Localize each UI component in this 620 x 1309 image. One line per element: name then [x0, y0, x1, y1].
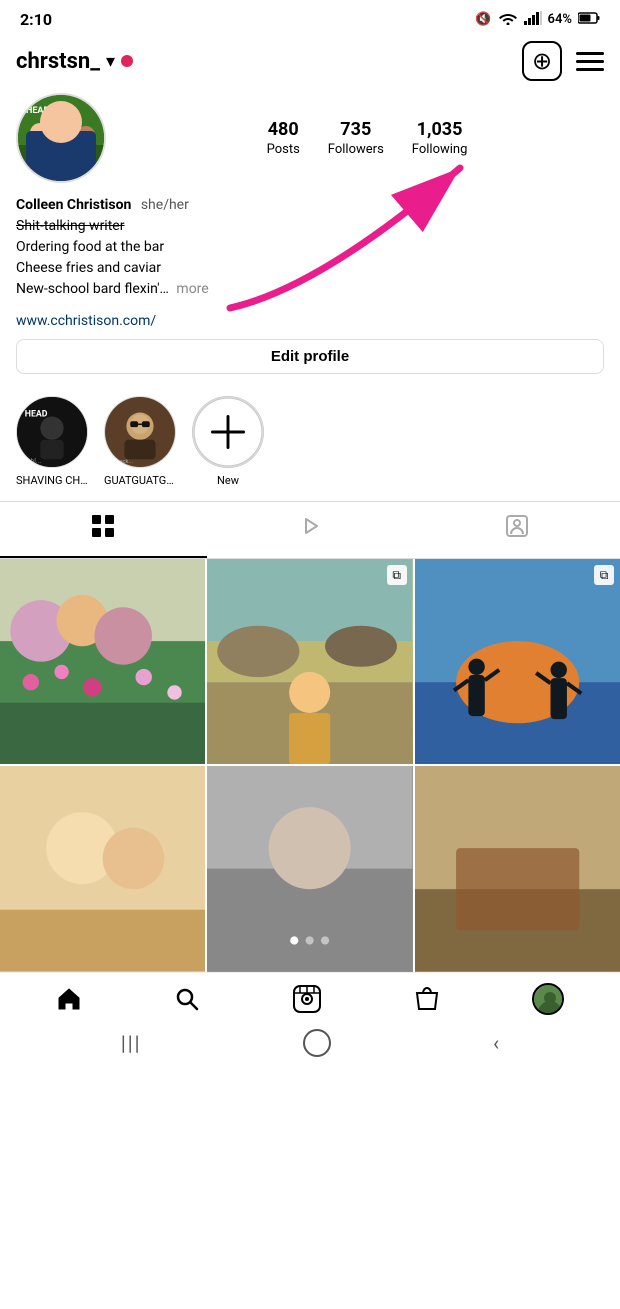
bio-pronoun: she/her: [141, 197, 189, 213]
grid-photo-1[interactable]: [0, 559, 205, 764]
wifi-icon: [498, 11, 518, 29]
nav-search-button[interactable]: [174, 986, 200, 1012]
profile-tabs: [0, 501, 620, 559]
avatar[interactable]: HEAD: [16, 93, 106, 183]
multi-photo-icon: ⧉: [387, 565, 407, 585]
bio-more[interactable]: more: [176, 281, 208, 297]
profile-header: chrstsn_ ▾ ⊕: [0, 35, 620, 89]
dropdown-icon[interactable]: ▾: [106, 51, 115, 72]
nav-profile-avatar[interactable]: [532, 983, 564, 1015]
header-right: ⊕: [522, 41, 604, 81]
profile-top: HEAD 480 Posts 735 Followers 1,035 Follo…: [16, 93, 604, 183]
tab-tagged[interactable]: [413, 502, 620, 558]
profile-stats: 480 Posts 735 Followers 1,035 Following: [130, 119, 604, 157]
tab-grid[interactable]: [0, 502, 207, 558]
highlight-label-2: GUATGUATGU...: [104, 474, 176, 487]
tab-reels[interactable]: [207, 502, 414, 558]
bio-name: Colleen Christison: [16, 197, 131, 213]
highlight-circle-2: @back...: [104, 396, 176, 468]
followers-stat[interactable]: 735 Followers: [328, 119, 384, 157]
bio-line1: Shit-talking writer: [16, 216, 604, 237]
svg-text:HEAD: HEAD: [25, 409, 48, 419]
profile-section: HEAD 480 Posts 735 Followers 1,035 Follo…: [0, 89, 620, 382]
system-recent-button[interactable]: |||: [121, 1031, 142, 1055]
system-home-button[interactable]: [303, 1029, 331, 1057]
bio-line3: Cheese fries and caviar: [16, 258, 604, 279]
following-stat[interactable]: 1,035 Following: [412, 119, 468, 157]
menu-button[interactable]: [576, 52, 604, 71]
status-time: 2:10: [20, 10, 52, 29]
username-label[interactable]: chrstsn_: [16, 49, 100, 74]
nav-home-button[interactable]: [56, 986, 82, 1012]
followers-count: 735: [340, 119, 371, 140]
following-count: 1,035: [417, 119, 463, 140]
system-back-button[interactable]: ‹: [493, 1031, 499, 1055]
followers-label: Followers: [328, 142, 384, 157]
following-label: Following: [412, 142, 468, 157]
avatar-image: HEAD: [18, 95, 104, 181]
person-tag-icon: [505, 514, 529, 544]
header-left: chrstsn_ ▾: [16, 49, 133, 74]
nav-shop-button[interactable]: [414, 985, 440, 1013]
svg-text:@chl...: @chl...: [21, 457, 42, 465]
highlight-item-2[interactable]: @back... GUATGUATGU...: [104, 396, 176, 487]
highlight-label-new: New: [217, 474, 239, 487]
bio-line4: New-school bard flexin'… more: [16, 279, 604, 300]
grid-photo-2[interactable]: ⧉: [207, 559, 412, 764]
photo-grid: ⧉ ⧉: [0, 559, 620, 972]
posts-stat[interactable]: 480 Posts: [267, 119, 300, 157]
highlights-section: HEAD @chl... SHAVING CH...: [0, 382, 620, 501]
highlight-item-1[interactable]: HEAD @chl... SHAVING CH...: [16, 396, 88, 487]
grid-photo-6[interactable]: [415, 766, 620, 971]
nav-reels-button[interactable]: [292, 984, 322, 1014]
play-icon: [299, 515, 321, 543]
bio-link[interactable]: www.cchristison.com/: [16, 313, 156, 329]
bio-line2: Ordering food at the bar: [16, 237, 604, 258]
grid-icon: [91, 514, 115, 544]
highlight-circle-1: HEAD @chl...: [16, 396, 88, 468]
edit-profile-button[interactable]: Edit profile: [16, 339, 604, 374]
svg-text:@back...: @back...: [111, 459, 134, 465]
signal-icon: [524, 11, 542, 29]
multi-photo-icon-2: ⧉: [594, 565, 614, 585]
highlight-item-3[interactable]: New: [192, 396, 264, 487]
svg-text:HEAD: HEAD: [26, 106, 49, 116]
posts-count: 480: [268, 119, 299, 140]
grid-photo-4[interactable]: [0, 766, 205, 971]
grid-photo-3[interactable]: ⧉: [415, 559, 620, 764]
grid-photo-5[interactable]: [207, 766, 412, 971]
battery-icon: [578, 12, 600, 28]
posts-label: Posts: [267, 142, 300, 157]
status-bar: 2:10 🔇 64%: [0, 0, 620, 35]
add-post-button[interactable]: ⊕: [522, 41, 562, 81]
mute-icon: 🔇: [475, 12, 491, 27]
battery-text: 64%: [548, 12, 572, 27]
live-indicator: [121, 55, 133, 67]
system-navigation: ||| ‹: [0, 1021, 620, 1069]
bottom-navigation: [0, 972, 620, 1021]
highlight-label-1: SHAVING CH...: [16, 474, 88, 487]
bio-section: Colleen Christison she/her Shit-talking …: [16, 195, 604, 300]
status-icons: 🔇 64%: [475, 11, 600, 29]
highlight-circle-new: [192, 396, 264, 468]
